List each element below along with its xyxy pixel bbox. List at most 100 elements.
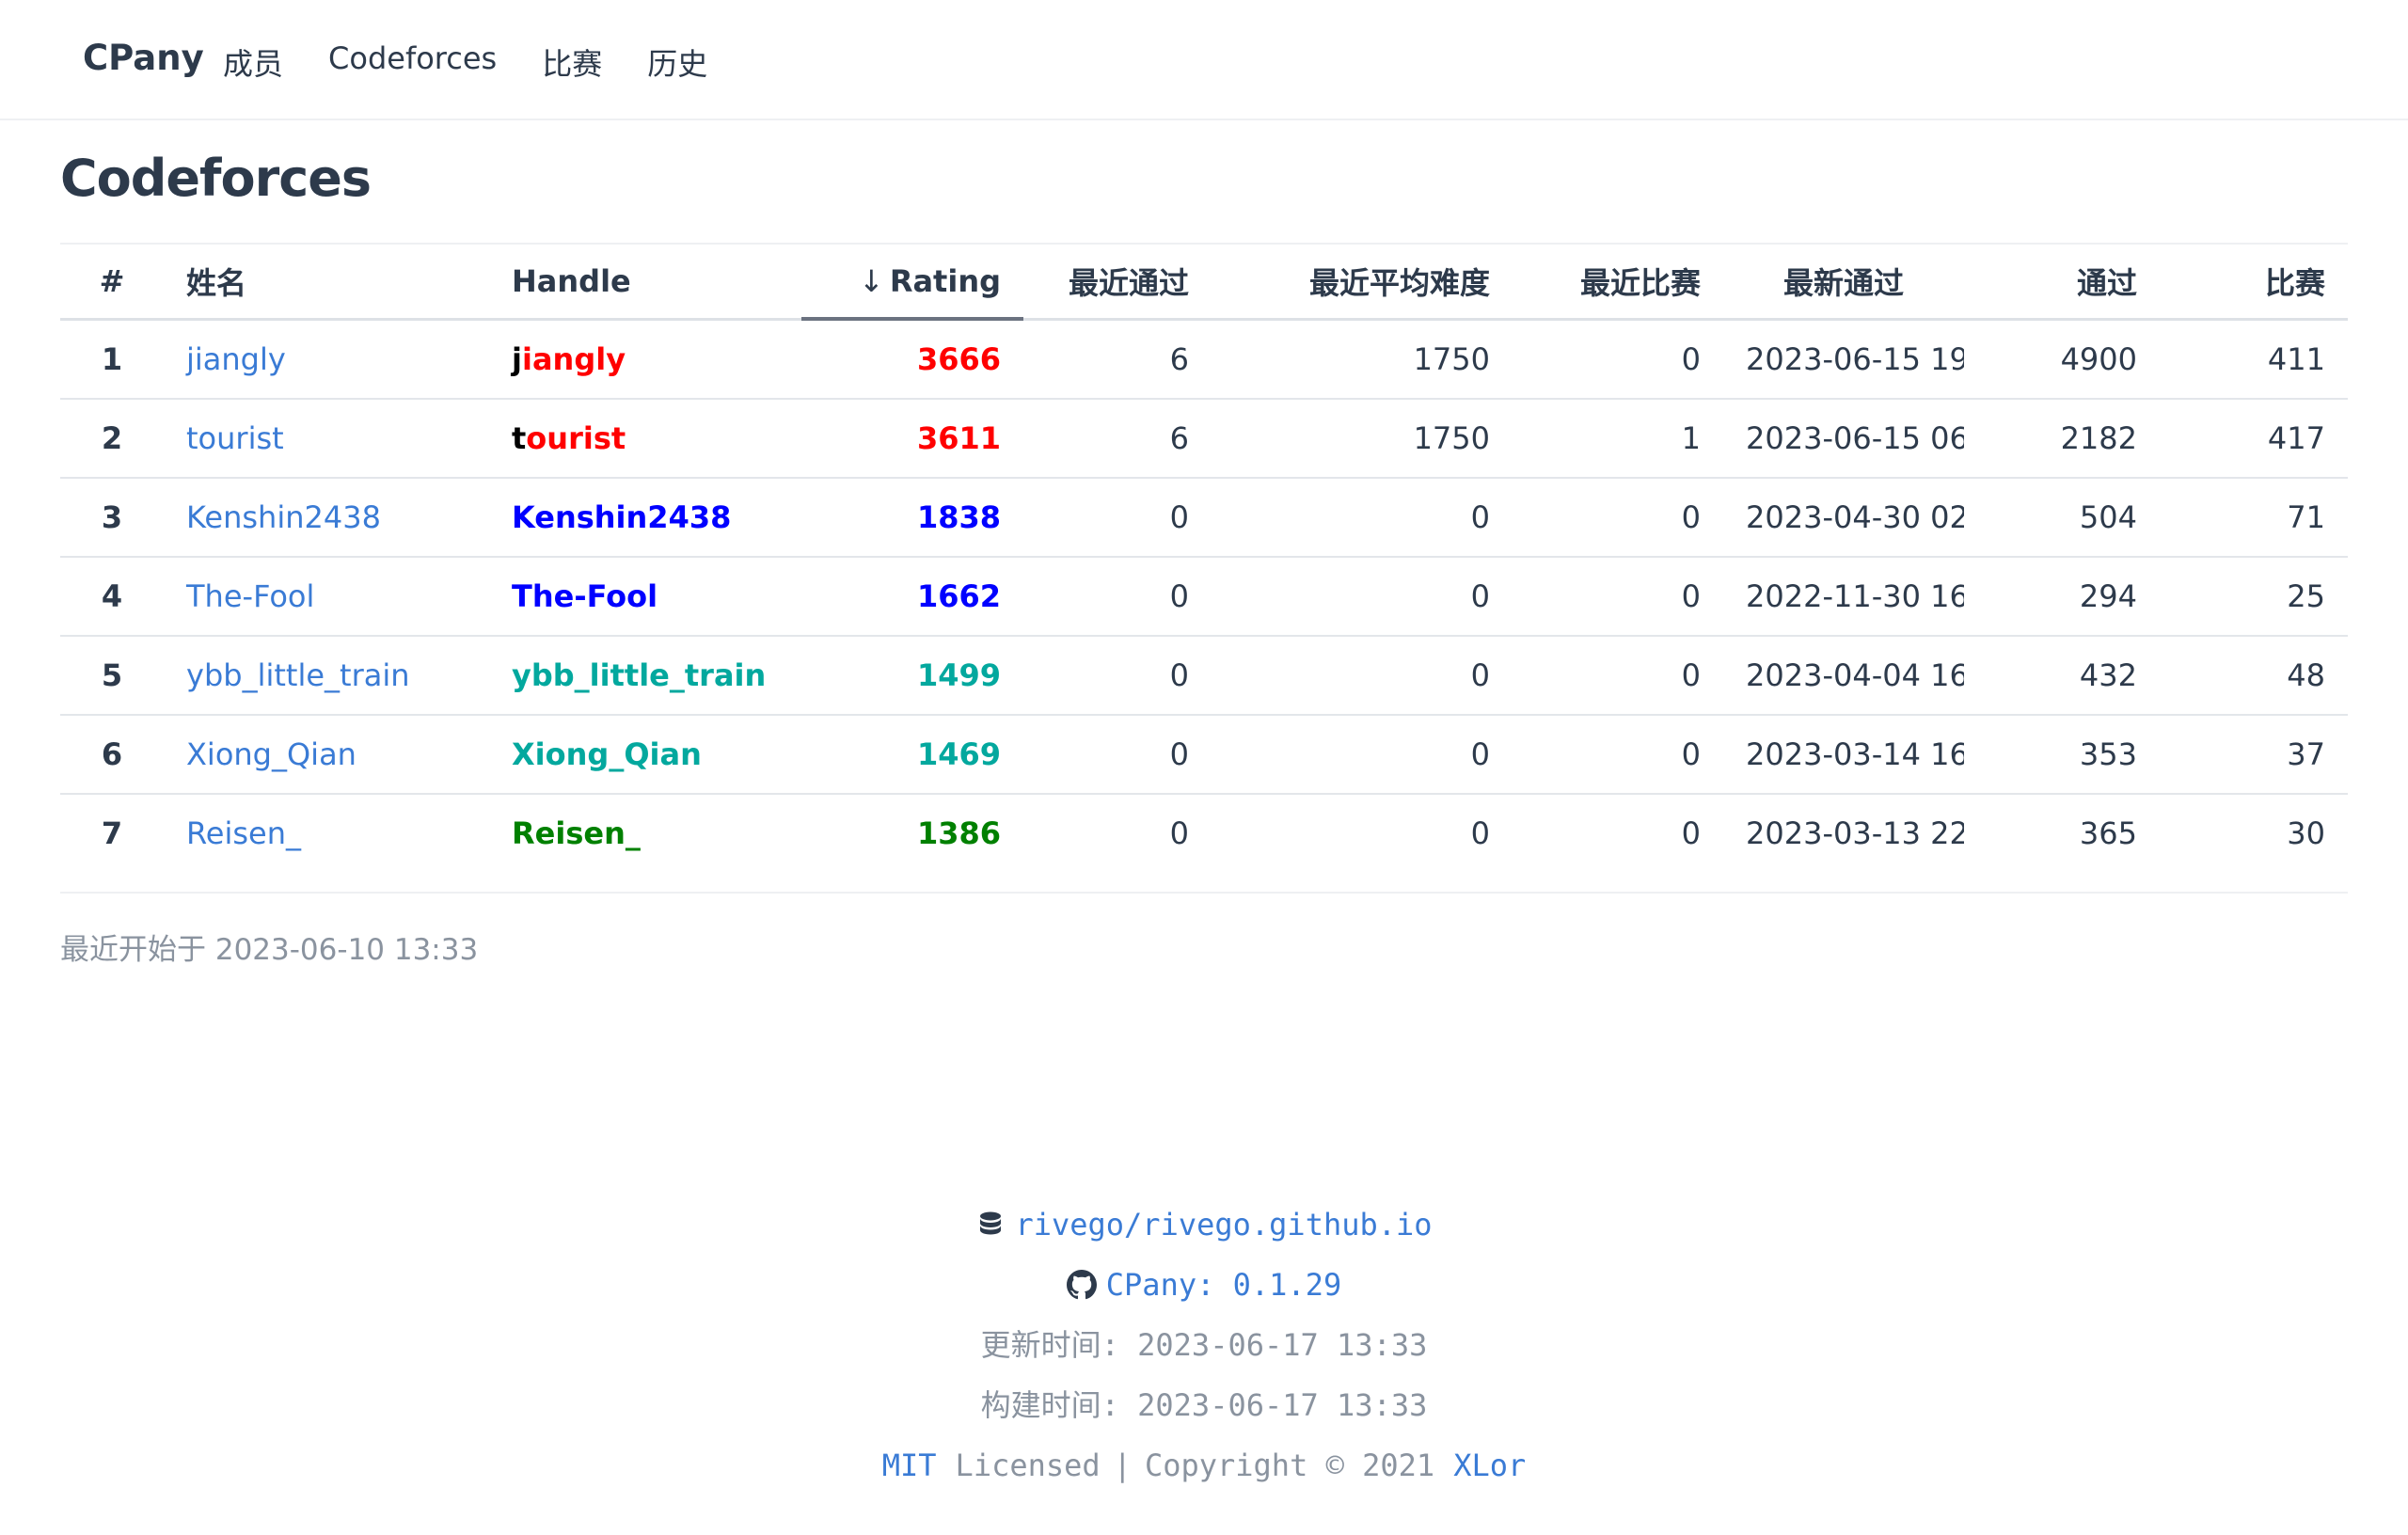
recent-contests-cell: 0 (1513, 319, 1723, 400)
recent-solved-cell: 0 (1023, 557, 1212, 637)
handle-link[interactable]: The-Fool (512, 578, 657, 614)
col-header-recent-avg-difficulty[interactable]: 最近平均难度 (1212, 244, 1513, 321)
sort-down-icon: ↓ (859, 262, 884, 299)
rating-cell: 1662 (801, 557, 1023, 637)
latest-solved-cell: 2023-03-14 16:12 (1723, 715, 1964, 795)
author-link[interactable]: XLor (1453, 1443, 1526, 1488)
recent-contests-cell: 0 (1513, 478, 1723, 558)
contests-cell: 411 (2160, 319, 2348, 400)
codeforces-table-container: # 姓名 Handle ↓ Rating 最近通过 最近平均难度 最近比赛 最新通… (60, 243, 2348, 872)
nav-link-members[interactable]: 成员 (223, 40, 283, 84)
top-navbar: CPany 成员 Codeforces 比赛 历史 (0, 0, 2408, 120)
col-header-solved[interactable]: 通过 (1964, 244, 2160, 321)
recent-solved-cell: 0 (1023, 636, 1212, 716)
col-header-rating[interactable]: ↓ Rating (801, 244, 1023, 321)
member-name-link[interactable]: Reisen_ (186, 815, 301, 851)
rank-cell: 3 (60, 478, 164, 558)
name-cell: The-Fool (164, 557, 489, 637)
footer-separator: | (1113, 1448, 1132, 1483)
latest-solved-cell: 2022-11-30 16:49 (1723, 557, 1964, 637)
table-row: 2touristtourist36116175012023-06-15 06:0… (60, 399, 2348, 479)
handle-link[interactable]: ybb_little_train (512, 657, 766, 693)
table-row: 3 Kenshin2438 Kenshin2438 1838 0 0 0 2023-04-30… (60, 478, 2348, 558)
member-name-link[interactable]: jiangly (186, 341, 286, 377)
rating-cell: 1469 (801, 715, 1023, 795)
latest-solved-cell: 2023-06-15 19:09 (1723, 319, 1964, 400)
col-header-contests[interactable]: 比赛 (2160, 244, 2348, 321)
codeforces-ranking-table: # 姓名 Handle ↓ Rating 最近通过 最近平均难度 最近比赛 最新通… (60, 243, 2348, 872)
handle-cell: Reisen_ (489, 794, 801, 872)
handle-link[interactable]: Reisen_ (512, 815, 641, 851)
recent-solved-cell: 0 (1023, 715, 1212, 795)
solved-cell: 432 (1964, 636, 2160, 716)
table-divider (60, 892, 2348, 894)
nav-link-codeforces[interactable]: Codeforces (328, 40, 497, 84)
footer-repo-line: rivego/rivego.github.io (0, 1202, 2408, 1262)
handle-link[interactable]: Xiong_Qian (512, 736, 702, 772)
contests-cell: 25 (2160, 557, 2348, 637)
handle-rest: ybb_little_train (512, 657, 767, 693)
version-link[interactable]: CPany: 0.1.29 (1106, 1262, 1341, 1307)
member-name-link[interactable]: The-Fool (186, 578, 314, 614)
recent-contests-cell: 0 (1513, 557, 1723, 637)
rank-cell: 1 (60, 319, 164, 400)
handle-cell: jiangly (489, 319, 801, 400)
col-header-rank[interactable]: # (60, 244, 164, 321)
table-row: 5 ybb_little_train ybb_little_train 1499 0 0 0… (60, 636, 2348, 716)
rating-cell: 1499 (801, 636, 1023, 716)
name-cell: Xiong_Qian (164, 715, 489, 795)
handle-first-letter: t (512, 420, 527, 456)
rank-cell: 2 (60, 399, 164, 479)
handle-rest: ourist (526, 420, 626, 456)
handle-rest: The-Fool (512, 578, 658, 614)
recent-solved-cell: 6 (1023, 399, 1212, 479)
recent-solved-cell: 6 (1023, 319, 1212, 400)
handle-first-letter: j (512, 340, 522, 377)
footer: rivego/rivego.github.io CPany: 0.1.29 更新… (0, 1202, 2408, 1503)
recent-solved-cell: 0 (1169, 815, 1189, 851)
col-header-handle[interactable]: Handle (489, 244, 801, 321)
member-name-link[interactable]: tourist (186, 420, 284, 456)
solved-cell: 4900 (1964, 319, 2160, 400)
nav-link-contests[interactable]: 比赛 (542, 40, 602, 84)
name-cell: Kenshin2438 (164, 478, 489, 558)
member-name-link[interactable]: ybb_little_train (186, 657, 410, 693)
recent-avg-difficulty-cell: 0 (1212, 636, 1513, 716)
col-header-latest-solved[interactable]: 最新通过 (1723, 244, 1964, 321)
name-cell: jiangly (164, 319, 489, 400)
recent-contests-cell: 1 (1513, 399, 1723, 479)
col-header-recent-contests[interactable]: 最近比赛 (1513, 244, 1723, 321)
contests-cell: 48 (2160, 636, 2348, 716)
contests-cell: 30 (2287, 815, 2325, 851)
repo-link[interactable]: rivego/rivego.github.io (1015, 1202, 1432, 1247)
nav-link-history[interactable]: 历史 (647, 40, 707, 84)
member-name-link[interactable]: Xiong_Qian (186, 736, 356, 772)
footer-license-line: MIT Licensed | Copyright © 2021 XLor (0, 1443, 2408, 1503)
footer-built-line: 构建时间: 2023-06-17 13:33 (0, 1383, 2408, 1443)
contests-cell: 71 (2160, 478, 2348, 558)
license-link[interactable]: MIT (882, 1443, 937, 1488)
handle-link[interactable]: jiangly (512, 341, 626, 377)
handle-cell: Kenshin2438 (489, 478, 801, 558)
built-time: 构建时间: 2023-06-17 13:33 (980, 1387, 1428, 1423)
rating-cell: 1838 (801, 478, 1023, 558)
rank-cell: 5 (60, 636, 164, 716)
handle-link[interactable]: tourist (512, 420, 626, 456)
solved-cell: 353 (1964, 715, 2160, 795)
table-row: 1jianglyjiangly36666175002023-06-15 19:0… (60, 319, 2348, 400)
rating-cell: 3666 (801, 319, 1023, 400)
footer-updated-line: 更新时间: 2023-06-17 13:33 (0, 1322, 2408, 1383)
recent-contests-cell: 0 (1513, 636, 1723, 716)
brand-logo[interactable]: CPany (83, 38, 204, 78)
handle-rest: iangly (521, 340, 626, 377)
col-header-name[interactable]: 姓名 (164, 244, 489, 321)
handle-link[interactable]: Kenshin2438 (512, 499, 731, 535)
solved-cell: 2182 (1964, 399, 2160, 479)
rating-cell: 1386 (916, 815, 1001, 851)
name-cell: ybb_little_train (164, 636, 489, 716)
table-body: 1jianglyjiangly36666175002023-06-15 19:0… (60, 319, 2348, 872)
col-header-recent-solved[interactable]: 最近通过 (1023, 244, 1212, 321)
member-name-link[interactable]: Kenshin2438 (186, 499, 381, 535)
handle-cell: Xiong_Qian (489, 715, 801, 795)
table-header-row: # 姓名 Handle ↓ Rating 最近通过 最近平均难度 最近比赛 最新通… (60, 244, 2348, 321)
